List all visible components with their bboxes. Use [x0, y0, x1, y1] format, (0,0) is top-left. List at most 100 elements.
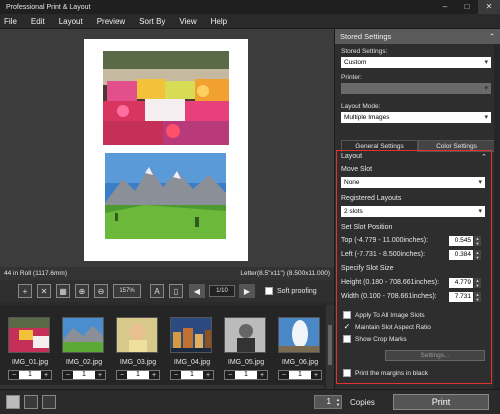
top-input[interactable]: 0.545 — [449, 236, 473, 246]
thumbnail-scrollbar-vertical[interactable] — [326, 305, 334, 389]
image-slot-1[interactable] — [103, 51, 229, 145]
thumbnail-item[interactable]: IMG_01.jpg −1 + — [4, 311, 56, 383]
copies-stepper[interactable]: −1 + — [8, 370, 52, 380]
view-split-button[interactable] — [42, 395, 56, 409]
image-slot-2[interactable] — [105, 153, 226, 239]
thumbnail-item[interactable]: IMG_03.jpg −1 + — [112, 311, 164, 383]
increment-icon[interactable]: + — [149, 372, 159, 379]
printer-select[interactable] — [341, 83, 491, 94]
copies-value[interactable]: 1 — [289, 371, 311, 379]
maintain-aspect-checkbox[interactable]: ✓ — [343, 323, 351, 331]
stored-settings-select[interactable]: Custom — [341, 57, 491, 68]
print-margins-label: Print the margins in black — [355, 369, 428, 377]
view-thumbnails-button[interactable] — [24, 395, 38, 409]
height-input[interactable]: 4.779 — [449, 278, 473, 288]
thumbnail-image[interactable] — [116, 317, 158, 353]
page-options-button[interactable]: ▯ — [169, 284, 183, 298]
copies-value[interactable]: 1 — [181, 371, 203, 379]
copies-value[interactable]: 1 — [235, 371, 257, 379]
menu-edit[interactable]: Edit — [31, 17, 45, 26]
left-input[interactable]: 0.384 — [449, 250, 473, 260]
print-button[interactable]: Print — [393, 394, 489, 410]
decrement-icon[interactable]: − — [171, 372, 181, 379]
thumbnail-item[interactable]: IMG_04.jpg −1 + — [166, 311, 218, 383]
apply-all-checkbox[interactable] — [343, 311, 351, 319]
text-tool-button[interactable]: A — [150, 284, 164, 298]
decrement-icon[interactable]: − — [279, 372, 289, 379]
minimize-button[interactable]: – — [434, 0, 456, 14]
maximize-button[interactable]: □ — [456, 0, 478, 14]
portrait-thumbnail — [117, 318, 157, 352]
prev-page-button[interactable]: ◀ — [189, 284, 205, 298]
print-margins-checkbox[interactable] — [343, 369, 351, 377]
scrollbar-thumb[interactable] — [328, 325, 332, 365]
copies-value[interactable]: 1 — [127, 371, 149, 379]
show-crop-option[interactable]: Show Crop Marks — [343, 335, 407, 343]
collapse-icon[interactable]: ⌃ — [489, 32, 495, 41]
grid-view-button[interactable]: ▦ — [56, 284, 70, 298]
zoom-select[interactable]: 157% — [113, 284, 141, 298]
print-margins-option[interactable]: Print the margins in black — [343, 369, 428, 377]
layout-header[interactable]: Layout ⌃ — [341, 153, 487, 161]
copies-stepper[interactable]: −1 + — [170, 370, 214, 380]
copies-stepper[interactable]: −1 + — [278, 370, 322, 380]
registered-layouts-select[interactable]: 2 slots — [341, 206, 485, 217]
show-crop-checkbox[interactable] — [343, 335, 351, 343]
copies-value[interactable]: 1 — [327, 397, 331, 406]
thumbnail-item[interactable]: IMG_02.jpg −1 + — [58, 311, 110, 383]
menu-view[interactable]: View — [179, 17, 196, 26]
panel-scrollbar[interactable] — [494, 44, 500, 389]
decrement-icon[interactable]: − — [225, 372, 235, 379]
soft-proofing[interactable]: Soft proofing — [265, 287, 317, 295]
copies-stepper[interactable]: −1 + — [116, 370, 160, 380]
settings-button[interactable]: Settings... — [385, 350, 485, 361]
menu-help[interactable]: Help — [211, 17, 227, 26]
menu-sort-by[interactable]: Sort By — [139, 17, 165, 26]
next-page-button[interactable]: ▶ — [239, 284, 255, 298]
thumbnail-image[interactable] — [170, 317, 212, 353]
soft-proofing-checkbox[interactable] — [265, 287, 273, 295]
zoom-in-button[interactable]: ⊕ — [75, 284, 89, 298]
copies-spinner-icon[interactable]: ▲ ▼ — [336, 397, 340, 407]
apply-all-option[interactable]: Apply To All Image Slots — [343, 311, 425, 319]
menu-preview[interactable]: Preview — [97, 17, 125, 26]
add-page-button[interactable]: + — [18, 284, 32, 298]
increment-icon[interactable]: + — [203, 372, 213, 379]
thumbnail-item[interactable]: IMG_05.jpg −1 + — [220, 311, 272, 383]
top-spinner-icon[interactable]: ▲ ▼ — [474, 236, 481, 246]
app-title: Professional Print & Layout — [6, 3, 91, 11]
increment-icon[interactable]: + — [95, 372, 105, 379]
decrement-icon[interactable]: − — [9, 372, 19, 379]
thumbnail-image[interactable] — [8, 317, 50, 353]
copies-value[interactable]: 1 — [19, 371, 41, 379]
width-input[interactable]: 7.731 — [449, 292, 473, 302]
increment-icon[interactable]: + — [41, 372, 51, 379]
increment-icon[interactable]: + — [257, 372, 267, 379]
close-button[interactable]: ✕ — [478, 0, 500, 14]
thumbnail-image[interactable] — [278, 317, 320, 353]
copies-value[interactable]: 1 — [73, 371, 95, 379]
decrement-icon[interactable]: − — [117, 372, 127, 379]
stored-settings-header[interactable]: Stored Settings ⌃ — [335, 29, 500, 44]
remove-page-button[interactable]: ✕ — [37, 284, 51, 298]
height-spinner-icon[interactable]: ▲ ▼ — [474, 278, 481, 288]
menu-file[interactable]: File — [4, 17, 17, 26]
collapse-icon[interactable]: ⌃ — [481, 153, 487, 161]
increment-icon[interactable]: + — [311, 372, 321, 379]
thumbnail-item[interactable]: IMG_06.jpg −1 + — [274, 311, 326, 383]
thumbnail-image[interactable] — [62, 317, 104, 353]
copies-stepper[interactable]: −1 + — [224, 370, 268, 380]
maintain-aspect-option[interactable]: ✓ Maintain Slot Aspect Ratio — [343, 323, 431, 331]
left-spinner-icon[interactable]: ▲ ▼ — [474, 250, 481, 260]
view-single-button[interactable] — [6, 395, 20, 409]
thumbnail-image[interactable] — [224, 317, 266, 353]
copies-stepper[interactable]: −1 + — [62, 370, 106, 380]
decrement-icon[interactable]: − — [63, 372, 73, 379]
move-slot-select[interactable]: None — [341, 177, 485, 188]
layout-mode-select[interactable]: Multiple Images — [341, 112, 491, 123]
zoom-out-button[interactable]: ⊖ — [94, 284, 108, 298]
thumbnail-name: IMG_01.jpg — [11, 359, 49, 366]
copies-input[interactable]: 1 ▲ ▼ — [314, 395, 342, 409]
width-spinner-icon[interactable]: ▲ ▼ — [474, 292, 481, 302]
menu-layout[interactable]: Layout — [59, 17, 83, 26]
